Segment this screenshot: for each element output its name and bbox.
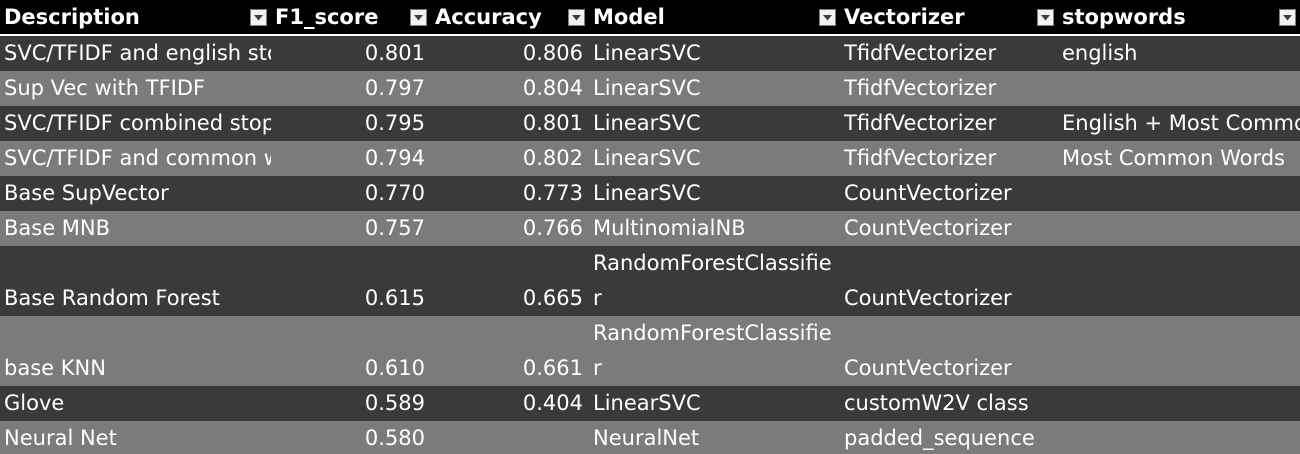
cell-stopwords[interactable] xyxy=(1058,71,1300,106)
cell-accuracy[interactable]: 0.806 xyxy=(431,35,589,71)
cell-description[interactable]: SVC/TFIDF and english stopwords xyxy=(0,35,271,71)
cell-stopwords[interactable] xyxy=(1058,246,1300,316)
cell-stopwords[interactable] xyxy=(1058,386,1300,421)
cell-f1-score[interactable]: 0.615 xyxy=(271,246,431,316)
table-row: Neural Net 0.580 NeuralNet padded_sequen… xyxy=(0,421,1300,454)
cell-description[interactable]: base KNN xyxy=(0,316,271,386)
dropdown-arrow-icon xyxy=(414,14,423,20)
header-label: Description xyxy=(4,5,140,29)
cell-description[interactable]: Base SupVector xyxy=(0,176,271,211)
cell-accuracy[interactable]: 0.404 xyxy=(431,386,589,421)
dropdown-arrow-icon xyxy=(254,14,263,20)
cell-accuracy[interactable]: 0.665 xyxy=(431,246,589,316)
cell-model[interactable]: MultinomialNB xyxy=(589,211,840,246)
header-label: stopwords xyxy=(1062,5,1186,29)
cell-model[interactable]: LinearSVC xyxy=(589,176,840,211)
cell-model[interactable]: RandomForestClassifier xyxy=(589,246,840,316)
filter-dropdown-button[interactable] xyxy=(568,9,585,26)
cell-f1-score[interactable]: 0.797 xyxy=(271,71,431,106)
cell-vectorizer[interactable]: TfidfVectorizer xyxy=(840,141,1058,176)
table-row: Base Random Forest 0.615 0.665 RandomFor… xyxy=(0,246,1300,316)
cell-stopwords[interactable] xyxy=(1058,421,1300,454)
cell-vectorizer[interactable]: padded_sequence xyxy=(840,421,1058,454)
cell-vectorizer[interactable]: CountVectorizer xyxy=(840,246,1058,316)
cell-accuracy[interactable]: 0.804 xyxy=(431,71,589,106)
dropdown-arrow-icon xyxy=(572,14,581,20)
cell-stopwords[interactable]: english xyxy=(1058,35,1300,71)
filter-dropdown-button[interactable] xyxy=(250,9,267,26)
dropdown-arrow-icon xyxy=(1041,14,1050,20)
cell-vectorizer[interactable]: CountVectorizer xyxy=(840,316,1058,386)
cell-f1-score[interactable]: 0.770 xyxy=(271,176,431,211)
filter-dropdown-button[interactable] xyxy=(819,9,836,26)
header-label: Vectorizer xyxy=(844,5,965,29)
cell-model[interactable]: LinearSVC xyxy=(589,106,840,141)
header-description: Description xyxy=(0,0,271,36)
cell-accuracy[interactable]: 0.802 xyxy=(431,141,589,176)
cell-f1-score[interactable]: 0.801 xyxy=(271,35,431,71)
cell-accuracy[interactable]: 0.773 xyxy=(431,176,589,211)
cell-f1-score[interactable]: 0.589 xyxy=(271,386,431,421)
cell-f1-score[interactable]: 0.580 xyxy=(271,421,431,454)
cell-vectorizer[interactable]: TfidfVectorizer xyxy=(840,35,1058,71)
cell-stopwords[interactable] xyxy=(1058,176,1300,211)
cell-description[interactable]: SVC/TFIDF and common words xyxy=(0,141,271,176)
cell-model[interactable]: LinearSVC xyxy=(589,71,840,106)
header-model: Model xyxy=(589,0,840,36)
table-row: Glove 0.589 0.404 LinearSVC customW2V cl… xyxy=(0,386,1300,421)
table-row: SVC/TFIDF combined stopwords 0.795 0.801… xyxy=(0,106,1300,141)
cell-accuracy[interactable]: 0.661 xyxy=(431,316,589,386)
header-label: F1_score xyxy=(275,5,379,29)
cell-accuracy[interactable] xyxy=(431,421,589,454)
header-f1-score: F1_score xyxy=(271,0,431,36)
cell-description[interactable]: Glove xyxy=(0,386,271,421)
cell-model[interactable]: RandomForestClassifier xyxy=(589,316,840,386)
cell-description[interactable]: Base MNB xyxy=(0,211,271,246)
table-row: base KNN 0.610 0.661 RandomForestClassif… xyxy=(0,316,1300,386)
cell-description[interactable]: SVC/TFIDF combined stopwords xyxy=(0,106,271,141)
cell-f1-score[interactable]: 0.795 xyxy=(271,106,431,141)
cell-vectorizer[interactable]: customW2V class xyxy=(840,386,1058,421)
cell-description[interactable]: Base Random Forest xyxy=(0,246,271,316)
table-row: SVC/TFIDF and english stopwords 0.801 0.… xyxy=(0,35,1300,71)
cell-stopwords[interactable] xyxy=(1058,316,1300,386)
dropdown-arrow-icon xyxy=(1283,14,1292,20)
header-label: Accuracy xyxy=(435,5,542,29)
filter-dropdown-button[interactable] xyxy=(1279,9,1296,26)
table-row: SVC/TFIDF and common words 0.794 0.802 L… xyxy=(0,141,1300,176)
cell-description[interactable]: Sup Vec with TFIDF xyxy=(0,71,271,106)
cell-stopwords[interactable]: English + Most Common Words xyxy=(1058,106,1300,141)
cell-model[interactable]: LinearSVC xyxy=(589,141,840,176)
cell-accuracy[interactable]: 0.801 xyxy=(431,106,589,141)
cell-vectorizer[interactable]: TfidfVectorizer xyxy=(840,106,1058,141)
cell-accuracy[interactable]: 0.766 xyxy=(431,211,589,246)
table-row: Sup Vec with TFIDF 0.797 0.804 LinearSVC… xyxy=(0,71,1300,106)
header-stopwords: stopwords xyxy=(1058,0,1300,36)
header-row: Description F1_score Accuracy Model Vect… xyxy=(0,0,1300,36)
cell-vectorizer[interactable]: CountVectorizer xyxy=(840,176,1058,211)
cell-stopwords[interactable]: Most Common Words xyxy=(1058,141,1300,176)
header-vectorizer: Vectorizer xyxy=(840,0,1058,36)
spreadsheet: Description F1_score Accuracy Model Vect… xyxy=(0,0,1300,454)
filter-dropdown-button[interactable] xyxy=(410,9,427,26)
filter-dropdown-button[interactable] xyxy=(1037,9,1054,26)
cell-f1-score[interactable]: 0.757 xyxy=(271,211,431,246)
results-table: Description F1_score Accuracy Model Vect… xyxy=(0,0,1300,454)
cell-model[interactable]: LinearSVC xyxy=(589,35,840,71)
header-label: Model xyxy=(593,5,665,29)
cell-model[interactable]: NeuralNet xyxy=(589,421,840,454)
cell-stopwords[interactable] xyxy=(1058,211,1300,246)
table-row: Base SupVector 0.770 0.773 LinearSVC Cou… xyxy=(0,176,1300,211)
cell-f1-score[interactable]: 0.610 xyxy=(271,316,431,386)
cell-description[interactable]: Neural Net xyxy=(0,421,271,454)
table-row: Base MNB 0.757 0.766 MultinomialNB Count… xyxy=(0,211,1300,246)
cell-f1-score[interactable]: 0.794 xyxy=(271,141,431,176)
cell-vectorizer[interactable]: CountVectorizer xyxy=(840,211,1058,246)
dropdown-arrow-icon xyxy=(823,14,832,20)
header-accuracy: Accuracy xyxy=(431,0,589,36)
cell-vectorizer[interactable]: TfidfVectorizer xyxy=(840,71,1058,106)
cell-model[interactable]: LinearSVC xyxy=(589,386,840,421)
